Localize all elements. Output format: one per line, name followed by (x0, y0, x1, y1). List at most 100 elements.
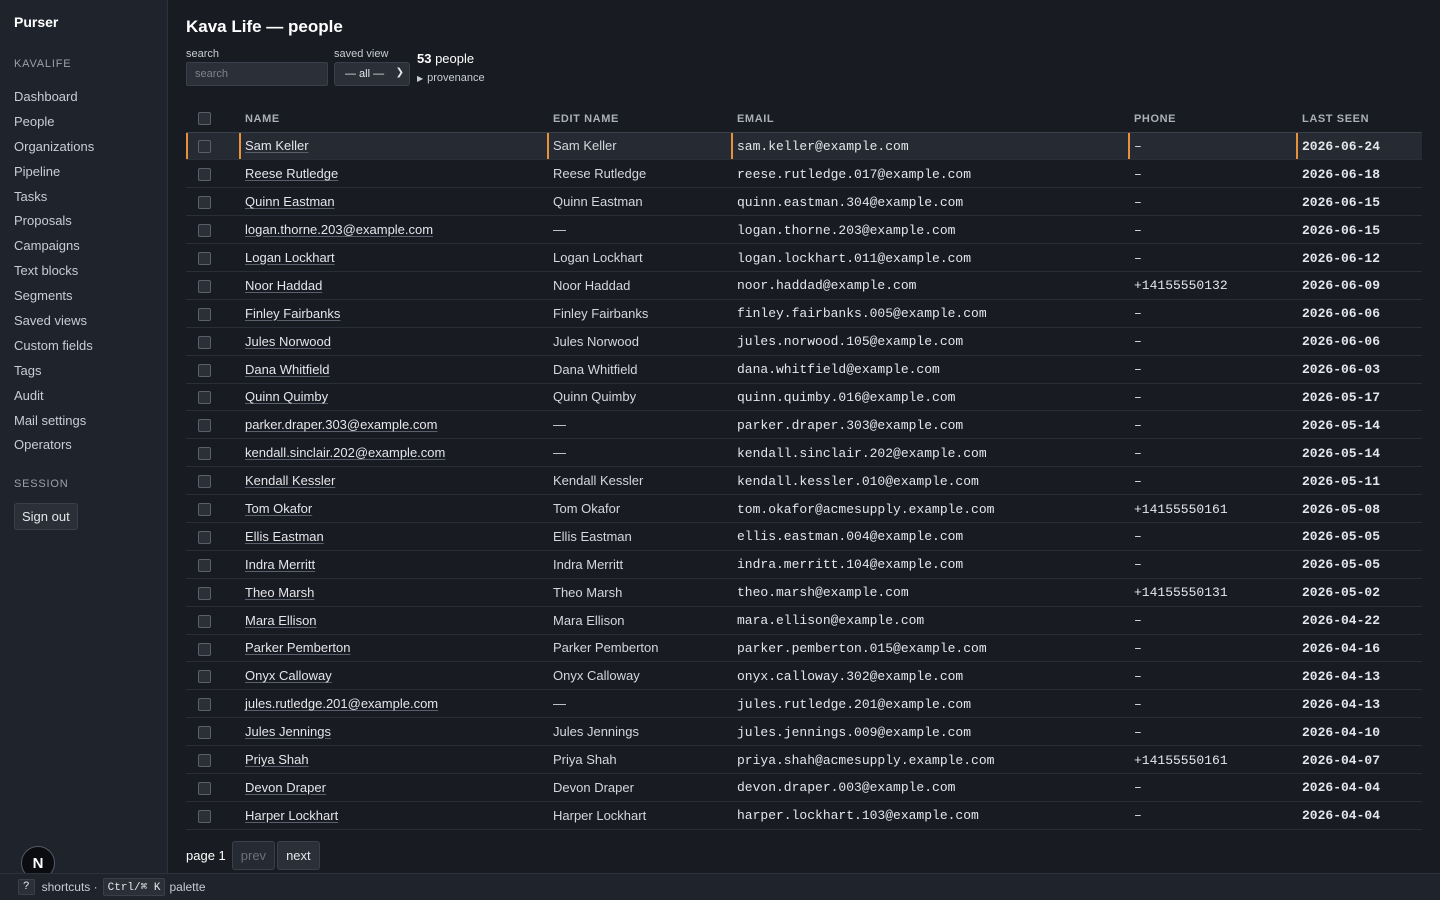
next-page-button[interactable]: next (277, 841, 320, 871)
edit-name-cell[interactable]: Jules Jennings (547, 717, 731, 747)
person-name-link[interactable]: Logan Lockhart (245, 250, 335, 265)
person-name-link[interactable]: Mara Ellison (245, 613, 317, 628)
row-checkbox[interactable] (198, 530, 211, 544)
row-checkbox[interactable] (198, 781, 211, 795)
prev-page-button[interactable]: prev (231, 841, 276, 871)
row-checkbox[interactable] (198, 558, 211, 572)
palette-key[interactable]: Ctrl/⌘ K (102, 878, 166, 896)
row-checkbox[interactable] (198, 754, 211, 768)
table-row[interactable]: Tom Okafor Tom Okafor tom.okafor@acmesuppl… (186, 494, 1422, 523)
person-name-link[interactable]: Ellis Eastman (245, 529, 324, 544)
sidebar-item-tags[interactable]: Tags (14, 359, 153, 384)
edit-name-cell[interactable]: Harper Lockhart (547, 801, 731, 830)
sidebar-item-audit[interactable]: Audit (14, 384, 153, 409)
person-name-link[interactable]: Noor Haddad (245, 278, 322, 293)
person-name-link[interactable]: Kendall Kessler (245, 473, 335, 488)
person-name-link[interactable]: Sam Keller (245, 138, 309, 153)
edit-name-cell[interactable]: Indra Merritt (547, 550, 731, 579)
column-header-email[interactable]: EMAIL (731, 106, 1128, 133)
person-name-link[interactable]: Reese Rutledge (245, 166, 338, 181)
sidebar-item-people[interactable]: People (14, 110, 153, 135)
table-row[interactable]: Noor Haddad Noor Haddad noor.haddad@exampl… (186, 271, 1422, 300)
edit-name-cell[interactable]: Dana Whitfield (547, 355, 731, 384)
sidebar-item-organizations[interactable]: Organizations (14, 135, 153, 160)
person-name-link[interactable]: Devon Draper (245, 780, 326, 795)
column-header-name[interactable]: NAME (239, 106, 547, 133)
column-header-last-seen[interactable]: LAST SEEN (1296, 106, 1422, 133)
row-checkbox[interactable] (198, 363, 211, 377)
sidebar-item-saved-views[interactable]: Saved views (14, 309, 153, 334)
edit-name-cell[interactable]: Finley Fairbanks (547, 299, 731, 328)
table-row[interactable]: Quinn Eastman Quinn Eastman quinn.eastman.… (186, 187, 1422, 217)
person-name-link[interactable]: Jules Jennings (245, 724, 331, 739)
row-checkbox[interactable] (198, 307, 211, 321)
table-row[interactable]: Ellis Eastman Ellis Eastman ellis.eastman.… (186, 522, 1422, 551)
provenance-toggle[interactable]: ▶ provenance (417, 72, 485, 84)
row-checkbox[interactable] (198, 809, 211, 823)
edit-name-cell[interactable]: Theo Marsh (547, 578, 731, 607)
person-name-link[interactable]: Parker Pemberton (245, 640, 351, 655)
table-row[interactable]: Onyx Calloway Onyx Calloway onyx.calloway.… (186, 661, 1422, 691)
row-checkbox[interactable] (198, 586, 211, 600)
edit-name-cell[interactable]: — (547, 689, 731, 719)
table-row[interactable]: Sam Keller Sam Keller sam.keller@example.c… (186, 132, 1422, 161)
row-checkbox[interactable] (198, 614, 211, 628)
person-name-link[interactable]: Indra Merritt (245, 557, 315, 572)
column-header-phone[interactable]: PHONE (1128, 106, 1296, 133)
row-checkbox[interactable] (198, 698, 211, 712)
edit-name-cell[interactable]: Logan Lockhart (547, 243, 731, 272)
table-row[interactable]: Dana Whitfield Dana Whitfield dana.whitfie… (186, 355, 1422, 384)
sidebar-item-campaigns[interactable]: Campaigns (14, 234, 153, 259)
table-row[interactable]: Harper Lockhart Harper Lockhart harper.loc… (186, 801, 1422, 830)
person-name-link[interactable]: Theo Marsh (245, 585, 314, 600)
table-row[interactable]: Kendall Kessler Kendall Kessler kendall.ke… (186, 466, 1422, 496)
edit-name-cell[interactable]: Jules Norwood (547, 327, 731, 356)
row-checkbox[interactable] (198, 252, 211, 266)
table-row[interactable]: Jules Jennings Jules Jennings jules.jennin… (186, 717, 1422, 747)
sidebar-item-mail-settings[interactable]: Mail settings (14, 409, 153, 434)
table-row[interactable]: kendall.sinclair.202@example.com — kendall… (186, 438, 1422, 468)
person-name-link[interactable]: kendall.sinclair.202@example.com (245, 445, 445, 460)
person-name-link[interactable]: parker.draper.303@example.com (245, 417, 437, 432)
brand-logo[interactable]: Purser (14, 14, 153, 30)
person-name-link[interactable]: Quinn Eastman (245, 194, 335, 209)
sidebar-item-operators[interactable]: Operators (14, 433, 153, 458)
sidebar-item-proposals[interactable]: Proposals (14, 209, 153, 234)
table-row[interactable]: Devon Draper Devon Draper devon.draper.003… (186, 773, 1422, 802)
row-checkbox[interactable] (198, 224, 211, 238)
table-row[interactable]: jules.rutledge.201@example.com — jules.rut… (186, 689, 1422, 719)
edit-name-cell[interactable]: Quinn Eastman (547, 187, 731, 217)
shortcuts-key[interactable]: ? (18, 879, 35, 895)
edit-name-cell[interactable]: — (547, 438, 731, 468)
table-row[interactable]: Jules Norwood Jules Norwood jules.norwood.… (186, 327, 1422, 356)
row-checkbox[interactable] (198, 279, 211, 293)
person-name-link[interactable]: Finley Fairbanks (245, 306, 340, 321)
table-row[interactable]: Theo Marsh Theo Marsh theo.marsh@example.c… (186, 578, 1422, 607)
sidebar-item-custom-fields[interactable]: Custom fields (14, 334, 153, 359)
row-checkbox[interactable] (198, 196, 211, 210)
edit-name-cell[interactable]: Kendall Kessler (547, 466, 731, 496)
person-name-link[interactable]: logan.thorne.203@example.com (245, 222, 433, 237)
edit-name-cell[interactable]: Onyx Calloway (547, 661, 731, 691)
sidebar-item-tasks[interactable]: Tasks (14, 185, 153, 210)
edit-name-cell[interactable]: Priya Shah (547, 745, 731, 774)
row-checkbox[interactable] (198, 475, 211, 489)
sign-out-button[interactable]: Sign out (14, 503, 78, 531)
person-name-link[interactable]: Tom Okafor (245, 501, 312, 516)
table-row[interactable]: Parker Pemberton Parker Pemberton parker.p… (186, 634, 1422, 663)
edit-name-cell[interactable]: — (547, 215, 731, 245)
select-all-checkbox[interactable] (198, 112, 211, 126)
edit-name-cell[interactable]: Reese Rutledge (547, 159, 731, 189)
sidebar-item-dashboard[interactable]: Dashboard (14, 85, 153, 110)
person-name-link[interactable]: Dana Whitfield (245, 362, 330, 377)
row-checkbox[interactable] (198, 670, 211, 684)
row-checkbox[interactable] (198, 335, 211, 349)
row-checkbox[interactable] (198, 419, 211, 433)
row-checkbox[interactable] (198, 140, 211, 154)
row-checkbox[interactable] (198, 726, 211, 740)
edit-name-cell[interactable]: Mara Ellison (547, 606, 731, 635)
row-checkbox[interactable] (198, 447, 211, 461)
search-input[interactable] (186, 62, 328, 86)
person-name-link[interactable]: Quinn Quimby (245, 389, 328, 404)
edit-name-cell[interactable]: Sam Keller (547, 132, 731, 161)
